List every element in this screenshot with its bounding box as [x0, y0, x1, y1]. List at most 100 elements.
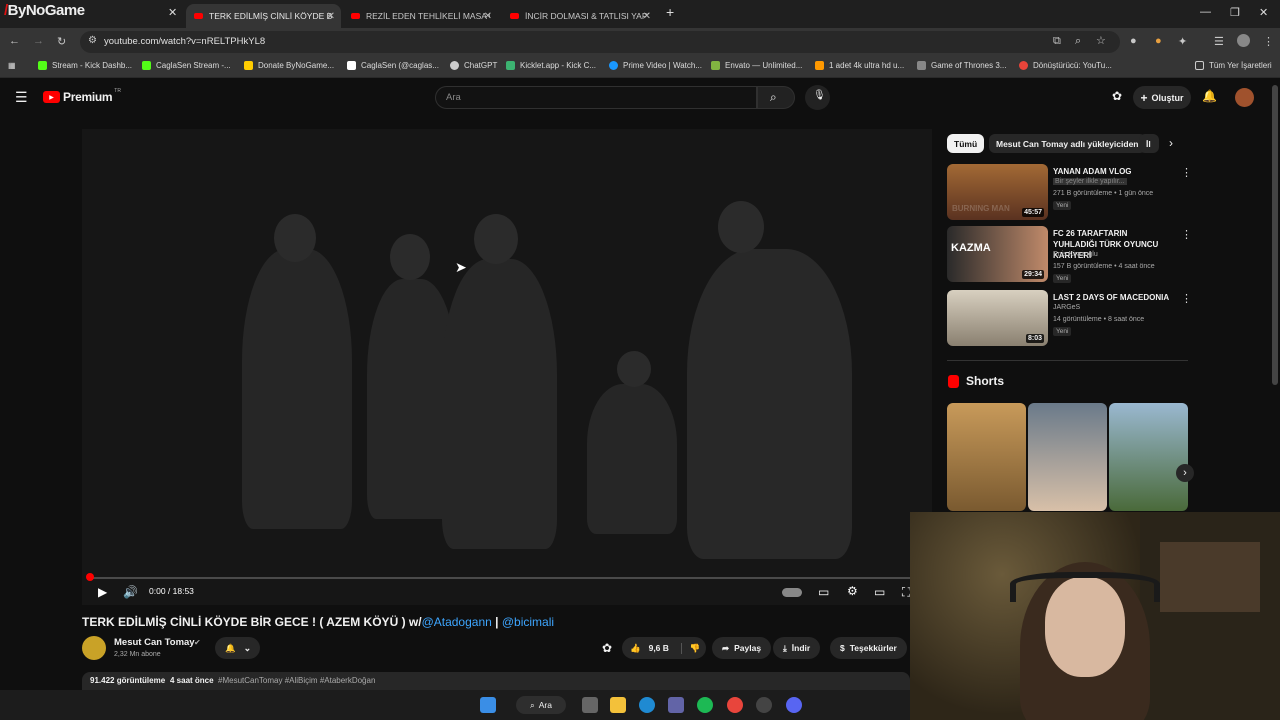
- discord-icon[interactable]: [786, 697, 802, 713]
- bookmark-item[interactable]: Donate ByNoGame...: [244, 61, 334, 70]
- windows-start-icon[interactable]: [480, 697, 496, 713]
- back-icon[interactable]: ←: [9, 35, 20, 47]
- create-button[interactable]: + Oluştur: [1133, 86, 1191, 109]
- extension-icon[interactable]: ●: [1130, 35, 1137, 47]
- tab-close-icon[interactable]: ✕: [168, 6, 177, 19]
- more-options-icon[interactable]: ⋮: [1181, 228, 1192, 241]
- mention-link[interactable]: @bicimali: [502, 615, 554, 629]
- voice-search-button[interactable]: 🎙: [805, 85, 830, 110]
- tab-search-icon[interactable]: ☰: [1214, 35, 1224, 48]
- forward-icon[interactable]: →: [33, 35, 44, 47]
- bookmark-item[interactable]: ChatGPT: [450, 61, 497, 70]
- mention-link[interactable]: @Atadogann: [422, 615, 492, 629]
- download-button[interactable]: ⤓ İndir: [773, 637, 821, 659]
- thumbs-down-icon[interactable]: 👎: [680, 642, 701, 654]
- file-explorer-icon[interactable]: [610, 697, 626, 713]
- bookmark-item[interactable]: Game of Thrones 3...: [917, 61, 1006, 70]
- video-thumbnail[interactable]: KAZMA 29:34: [947, 226, 1048, 282]
- bookmark-item[interactable]: Envato — Unlimited...: [711, 61, 802, 70]
- taskbar-search[interactable]: ⌕ Ara: [516, 696, 566, 714]
- thanks-button[interactable]: $ Teşekkürler: [830, 637, 907, 659]
- progress-bar[interactable]: [90, 577, 910, 579]
- video-thumbnail[interactable]: 8:03: [947, 290, 1048, 346]
- bookmark-item[interactable]: Kicklet.app - Kick C...: [506, 61, 596, 70]
- chip-related[interactable]: İl: [1139, 134, 1159, 153]
- tab-rezil[interactable]: REZİL EDEN TEHLİKELİ MASA O ✕: [343, 4, 498, 28]
- install-icon[interactable]: ⧉: [1053, 35, 1061, 48]
- spotify-icon[interactable]: [697, 697, 713, 713]
- close-icon[interactable]: ✕: [327, 11, 335, 22]
- site-info-icon[interactable]: ⚙: [88, 35, 97, 46]
- short-thumbnail[interactable]: [1109, 403, 1188, 511]
- video-player[interactable]: ➤ ▶ 🔊 0:00 / 18:53 ▭ ⚙ ▭ ⛶: [82, 129, 932, 605]
- minimize-icon[interactable]: —: [1200, 6, 1211, 18]
- tab-incir[interactable]: İNCİR DOLMASI & TATLISI YAPT ✕: [502, 4, 657, 28]
- video-title[interactable]: YANAN ADAM VLOG: [1053, 166, 1173, 177]
- teams-icon[interactable]: [668, 697, 684, 713]
- all-bookmarks[interactable]: Tüm Yer İşaretleri: [1195, 61, 1272, 70]
- obs-icon[interactable]: [756, 697, 772, 713]
- settings-gear-icon[interactable]: ⚙: [847, 584, 858, 598]
- volume-icon[interactable]: 🔊: [123, 585, 138, 599]
- more-options-icon[interactable]: ⋮: [1181, 166, 1192, 179]
- theater-mode-icon[interactable]: ▭: [874, 585, 885, 599]
- edge-icon[interactable]: [639, 697, 655, 713]
- share-button[interactable]: ➦ Paylaş: [712, 637, 772, 659]
- close-icon[interactable]: ✕: [643, 11, 651, 22]
- close-icon[interactable]: ✕: [484, 11, 492, 22]
- bookmark-item[interactable]: Stream - Kick Dashb...: [38, 61, 132, 70]
- chip-all[interactable]: Tümü: [947, 134, 985, 153]
- video-title[interactable]: LAST 2 DAYS OF MACEDONIA: [1053, 292, 1173, 303]
- youtube-logo[interactable]: ▶ Premium TR: [43, 88, 121, 104]
- account-avatar[interactable]: [1235, 88, 1254, 107]
- zoom-icon[interactable]: ⌕: [1075, 35, 1081, 48]
- scrollbar[interactable]: [1272, 85, 1278, 385]
- video-thumbnail[interactable]: BURNING MAN 45:57: [947, 164, 1048, 220]
- chip-from-uploader[interactable]: Mesut Can Tomay adlı yükleyiciden: [989, 134, 1146, 153]
- bookmark-item[interactable]: Dönüştürücü: YouTu...: [1019, 61, 1112, 70]
- recommended-video[interactable]: 8:03 LAST 2 DAYS OF MACEDONIA JARGeS 14 …: [947, 290, 1192, 346]
- reload-icon[interactable]: ↻: [57, 35, 66, 48]
- extensions-puzzle-icon[interactable]: ✦: [1178, 35, 1187, 48]
- hashtags[interactable]: #MesutCanTomay #AliBiçim #AtaberkDoğan: [218, 676, 375, 685]
- bookmark-item[interactable]: CaglaSen Stream -...: [142, 61, 231, 70]
- like-count[interactable]: 9,6 B: [649, 643, 669, 653]
- task-view-icon[interactable]: [582, 697, 598, 713]
- search-input[interactable]: Ara: [435, 86, 757, 109]
- thumbs-up-icon[interactable]: 👍: [630, 643, 641, 654]
- profile-avatar-icon[interactable]: [1237, 34, 1250, 47]
- autoplay-toggle[interactable]: [782, 588, 802, 597]
- subtitles-icon[interactable]: ▭: [818, 585, 829, 599]
- menu-icon[interactable]: ⋮: [1263, 35, 1274, 48]
- channel-name[interactable]: JARGeS: [1053, 304, 1080, 311]
- subscribe-notify-button[interactable]: 🔔 ⌄: [215, 637, 260, 659]
- chrome-icon[interactable]: [727, 697, 743, 713]
- bookmark-item[interactable]: 1 adet 4k ultra hd u...: [815, 61, 904, 70]
- new-tab-icon[interactable]: +: [666, 4, 674, 20]
- short-thumbnail[interactable]: [947, 403, 1026, 511]
- channel-avatar[interactable]: [82, 636, 106, 660]
- notifications-bell-icon[interactable]: 🔔: [1202, 89, 1217, 103]
- sparkle-icon[interactable]: ✿: [602, 641, 612, 655]
- short-thumbnail[interactable]: [1028, 403, 1107, 511]
- hamburger-menu-icon[interactable]: ☰: [15, 89, 28, 106]
- address-bar[interactable]: ⚙ youtube.com/watch?v=nRELTPHkYL8 ⧉ ⌕ ☆: [80, 31, 1120, 53]
- play-icon[interactable]: ▶: [98, 585, 107, 599]
- progress-scrubber[interactable]: [86, 573, 94, 581]
- chevron-right-icon[interactable]: ›: [1169, 136, 1173, 150]
- window-close-icon[interactable]: ✕: [1259, 6, 1268, 19]
- bookmark-item[interactable]: Prime Video | Watch...: [609, 61, 702, 70]
- recommended-video[interactable]: KAZMA 29:34 FC 26 TARAFTARIN YUHLADIĞI T…: [947, 226, 1192, 283]
- tab-video[interactable]: TERK EDİLMİŞ CİNLİ KÖYDE BİR ✕: [186, 4, 341, 28]
- apps-icon[interactable]: ▦: [8, 61, 16, 70]
- extension-icon[interactable]: ●: [1155, 35, 1162, 47]
- more-options-icon[interactable]: ⋮: [1181, 292, 1192, 305]
- premium-settings-icon[interactable]: ✿: [1112, 89, 1122, 103]
- channel-name[interactable]: Mesut Can Tomay: [114, 637, 195, 648]
- bookmark-item[interactable]: CaglaSen (@caglas...: [347, 61, 439, 70]
- bookmark-star-icon[interactable]: ☆: [1096, 34, 1106, 47]
- shorts-next-icon[interactable]: ›: [1176, 464, 1194, 482]
- channel-name[interactable]: Enis Kirazoglu: [1053, 251, 1098, 258]
- recommended-video[interactable]: BURNING MAN 45:57 YANAN ADAM VLOG Bir şe…: [947, 164, 1192, 220]
- maximize-icon[interactable]: ❐: [1230, 6, 1240, 19]
